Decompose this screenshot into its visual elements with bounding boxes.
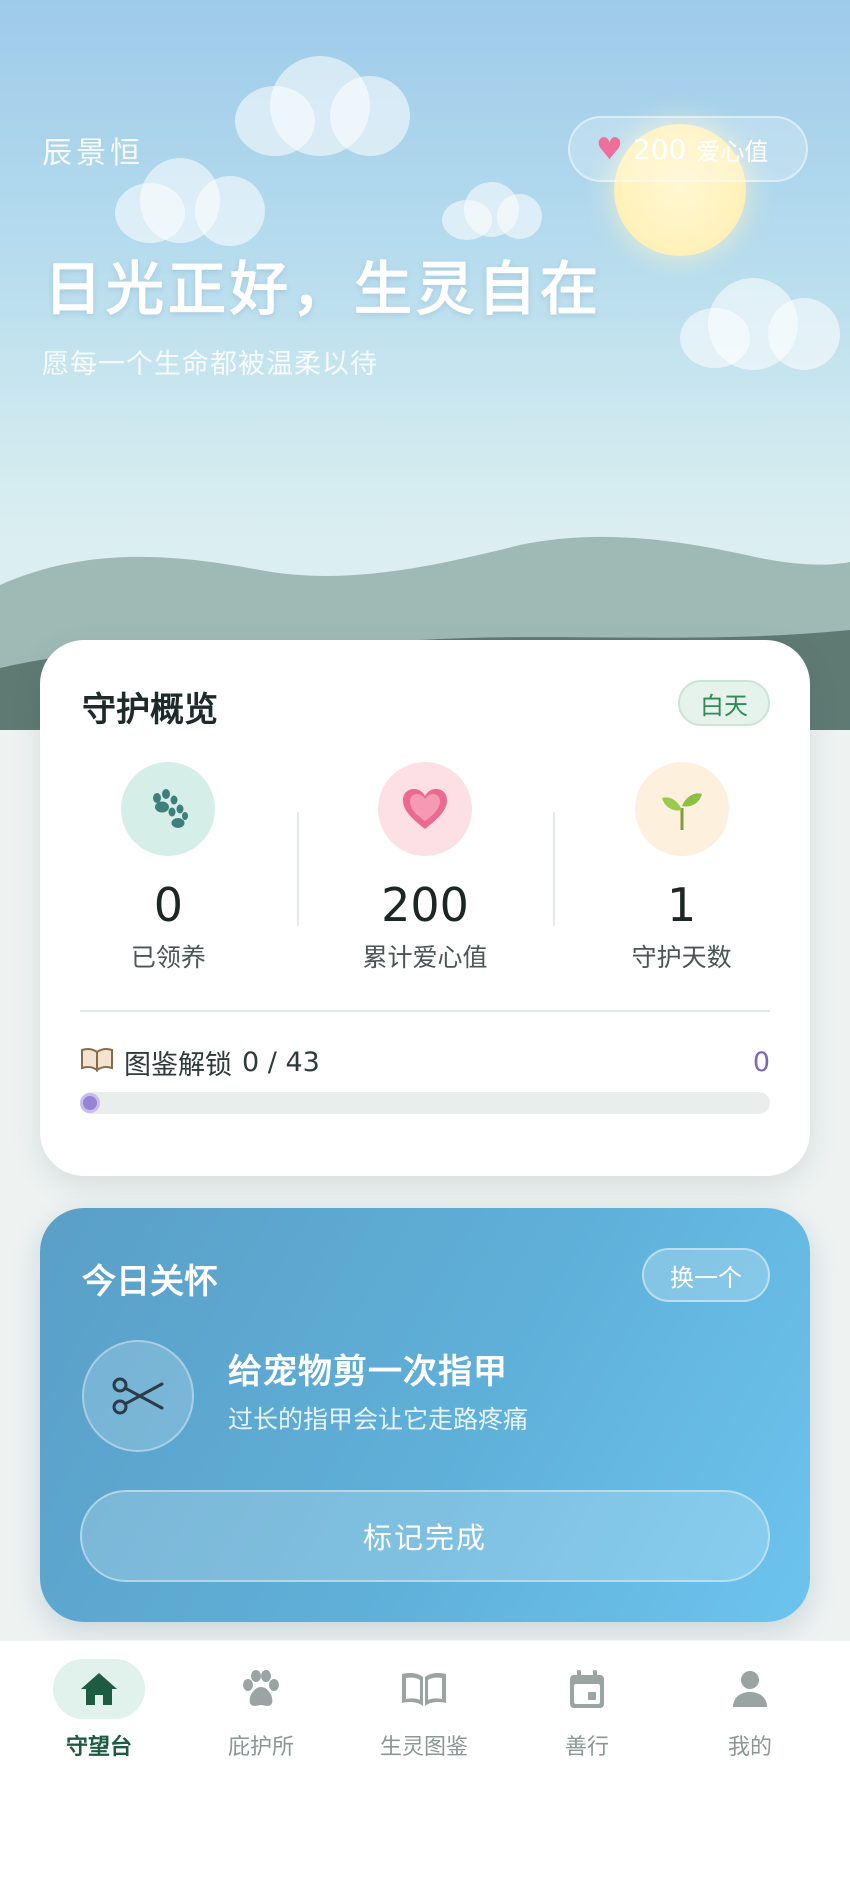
nav-item-watchtower[interactable]: 守望台 [29,1659,169,1779]
nav-label: 庇护所 [227,1735,294,1760]
stat-love-total[interactable]: 200 累计爱心值 [296,762,554,992]
sprout-icon [634,762,729,856]
care-description: 过长的指甲会让它走路疼痛 [228,1405,529,1434]
unlock-count: 0 / 43 [242,1046,320,1078]
period-badge: 白天 [678,680,770,726]
stat-value: 1 [667,878,697,932]
stat-label: 累计爱心值 [362,943,488,972]
care-title: 今日关怀 [82,1262,218,1302]
bottom-nav: 守望台 庇护所 生灵图鉴 善行 我的 [0,1640,850,1883]
switch-task-button[interactable]: 换一个 [642,1248,770,1302]
stat-value: 200 [381,878,469,932]
scissors-icon [82,1340,194,1452]
nav-item-codex[interactable]: 生灵图鉴 [354,1659,494,1779]
nav-item-good-deeds[interactable]: 善行 [517,1659,657,1779]
nav-label: 善行 [564,1735,609,1760]
love-unit: 爱心值 [696,137,769,166]
paw-icon [121,762,216,856]
nav-label: 守望台 [65,1735,132,1760]
unlock-progress-bar [80,1092,770,1114]
stat-guard-days[interactable]: 1 守护天数 [553,762,810,992]
mark-done-button[interactable]: 标记完成 [80,1490,770,1582]
guardian-overview-card: 守护概览 白天 0 已领养 200 累计爱心值 1 守护天数 图鉴解锁 0 / … [40,640,810,1176]
nav-item-shelter[interactable]: 庇护所 [191,1659,331,1779]
stat-adopted[interactable]: 0 已领养 [40,762,297,992]
paw-icon [215,1659,307,1719]
hero-banner: 辰景恒 ♥ 200 爱心值 日光正好，生灵自在 愿每一个生命都被温柔以待 [0,0,850,730]
daily-care-card: 今日关怀 换一个 给宠物剪一次指甲 过长的指甲会让它走路疼痛 标记完成 [40,1208,810,1622]
nav-item-profile[interactable]: 我的 [680,1659,820,1779]
home-icon [53,1659,145,1719]
love-value: 200 [632,132,687,166]
book-icon [378,1659,470,1719]
stats-row: 0 已领养 200 累计爱心值 1 守护天数 [40,762,810,992]
stat-label: 守护天数 [631,943,732,972]
divider [80,1010,770,1012]
nav-label: 生灵图鉴 [379,1735,468,1760]
person-icon [704,1659,796,1719]
heart-icon [378,762,472,856]
book-icon [80,1046,114,1079]
progress-indicator [80,1093,100,1113]
care-task: 给宠物剪一次指甲 [228,1352,508,1392]
user-name: 辰景恒 [42,136,144,171]
overview-title: 守护概览 [82,690,218,730]
hero-title: 日光正好，生灵自在 [44,255,603,323]
love-value-pill[interactable]: ♥ 200 爱心值 [568,116,808,182]
nav-label: 我的 [727,1735,772,1760]
codex-unlock-row[interactable]: 图鉴解锁 0 / 43 0 [80,1042,770,1082]
calendar-icon [541,1659,633,1719]
heart-icon: ♥ [596,131,623,167]
stat-value: 0 [153,878,183,932]
hero-subtitle: 愿每一个生命都被温柔以待 [42,349,378,380]
home-screen: 辰景恒 ♥ 200 爱心值 日光正好，生灵自在 愿每一个生命都被温柔以待 守护概… [0,0,850,1883]
stat-label: 已领养 [130,943,206,972]
unlock-value: 0 [752,1046,770,1078]
unlock-label: 图鉴解锁 [124,1049,232,1081]
